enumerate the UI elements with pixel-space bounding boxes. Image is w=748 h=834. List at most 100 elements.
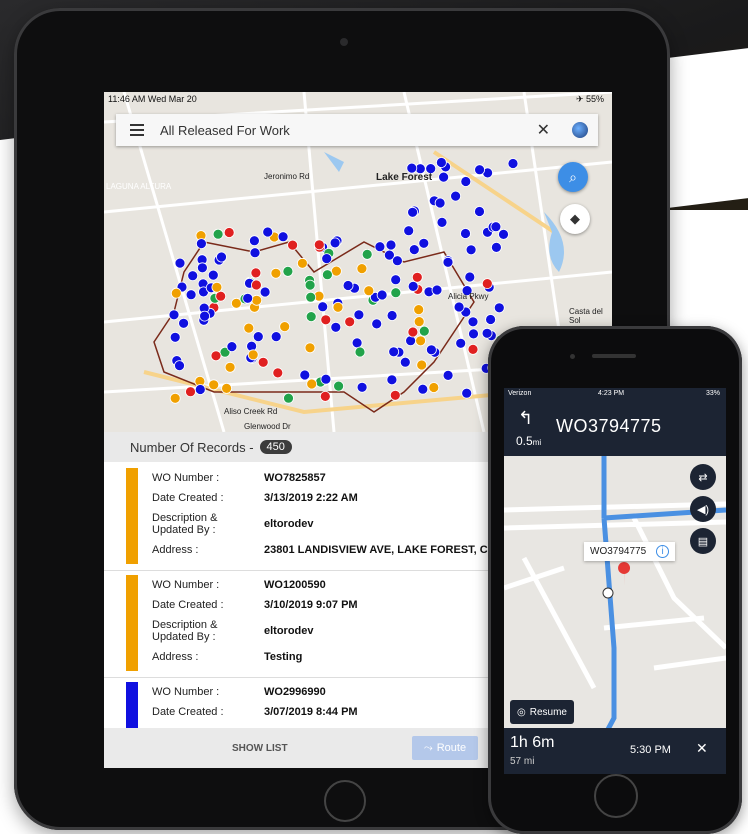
work-order-marker[interactable] [169,392,181,404]
work-order-marker[interactable] [319,390,331,402]
work-order-marker[interactable] [320,314,332,326]
work-order-marker[interactable] [305,291,317,303]
work-order-marker[interactable] [353,309,365,321]
route-button[interactable]: ⤳ Route [412,736,478,760]
waypoint-marker[interactable] [602,587,614,599]
work-order-marker[interactable] [226,341,238,353]
work-order-marker[interactable] [223,227,235,238]
work-order-marker[interactable] [407,326,419,338]
work-order-marker[interactable] [442,256,454,268]
sound-button[interactable]: ◀) [690,496,716,522]
work-order-marker[interactable] [215,290,227,302]
work-order-marker[interactable] [467,343,479,355]
work-order-marker[interactable] [361,248,373,260]
work-order-marker[interactable] [174,257,186,269]
work-order-marker[interactable] [330,265,342,277]
work-order-marker[interactable] [250,267,262,279]
work-order-marker[interactable] [468,328,479,340]
work-order-marker[interactable] [431,284,443,296]
work-order-marker[interactable] [257,356,269,368]
work-order-marker[interactable] [169,331,181,343]
work-order-marker[interactable] [460,176,472,187]
work-order-marker[interactable] [417,383,429,395]
work-order-marker[interactable] [221,382,232,394]
show-list-button[interactable]: SHOW LIST [232,743,288,754]
work-order-marker[interactable] [279,321,291,333]
work-order-marker[interactable] [390,287,402,299]
work-order-marker[interactable] [376,289,388,301]
work-order-marker[interactable] [356,381,368,393]
work-order-marker[interactable] [332,301,344,313]
work-order-marker[interactable] [460,228,471,239]
hamburger-menu-icon[interactable] [130,124,144,136]
tablet-home-button[interactable] [324,780,366,822]
message-button[interactable]: ▤ [690,528,716,554]
work-order-marker[interactable] [498,228,509,240]
work-order-marker[interactable] [282,265,294,277]
work-order-marker[interactable] [306,378,318,390]
work-order-marker[interactable] [464,271,476,283]
work-order-marker[interactable] [270,331,282,343]
work-order-marker[interactable] [211,281,223,293]
work-order-marker[interactable] [320,373,332,385]
work-order-marker[interactable] [313,239,325,251]
work-order-marker[interactable] [194,384,206,395]
work-order-marker[interactable] [283,392,294,404]
work-order-marker[interactable] [371,318,383,330]
work-order-marker[interactable] [248,235,260,247]
work-order-marker[interactable] [207,269,219,281]
work-order-marker[interactable] [197,262,208,274]
work-order-marker[interactable] [465,244,477,256]
work-order-marker[interactable] [224,361,236,373]
phone-home-button[interactable] [594,774,638,818]
work-order-marker[interactable] [386,310,398,321]
work-order-marker[interactable] [461,387,473,399]
work-order-marker[interactable] [185,289,197,301]
work-order-marker[interactable] [344,316,356,328]
work-order-marker[interactable] [210,350,222,362]
work-order-marker[interactable] [403,225,415,237]
work-order-marker[interactable] [304,342,316,354]
work-order-marker[interactable] [407,280,419,292]
work-order-marker[interactable] [342,280,354,291]
work-order-marker[interactable] [242,292,254,304]
work-order-marker[interactable] [386,374,398,386]
work-order-marker[interactable] [185,386,196,398]
work-order-marker[interactable] [490,221,502,233]
work-order-marker[interactable] [507,158,519,169]
work-order-marker[interactable] [436,216,448,228]
work-order-marker[interactable] [407,206,419,218]
close-icon[interactable]: ✕ [537,120,550,140]
search-title[interactable]: All Released For Work [160,123,537,138]
work-order-marker[interactable] [453,301,465,313]
work-order-marker[interactable] [390,274,402,286]
work-order-marker[interactable] [262,226,274,238]
work-order-marker[interactable] [467,316,479,328]
work-order-marker[interactable] [252,331,264,343]
work-order-marker[interactable] [212,228,224,240]
work-order-marker[interactable] [304,279,316,291]
work-order-marker[interactable] [474,206,485,217]
work-order-marker[interactable] [485,314,497,325]
work-order-marker[interactable] [251,294,263,306]
work-order-marker[interactable] [351,337,363,349]
work-order-marker[interactable] [354,346,366,358]
work-order-marker[interactable] [415,335,427,347]
search-bar[interactable]: All Released For Work ✕ [116,114,598,146]
work-order-marker[interactable] [249,247,261,259]
work-order-marker[interactable] [317,301,329,313]
work-order-marker[interactable] [413,304,425,316]
work-order-marker[interactable] [321,253,333,265]
work-order-marker[interactable] [434,197,446,209]
work-order-marker[interactable] [178,317,189,329]
work-order-marker[interactable] [168,309,180,321]
work-order-marker[interactable] [356,263,368,275]
work-order-marker[interactable] [196,238,207,250]
destination-callout[interactable]: WO3794775 i [584,542,676,561]
work-order-marker[interactable] [481,327,493,339]
work-order-marker[interactable] [389,389,401,401]
work-order-marker[interactable] [435,157,447,168]
work-order-marker[interactable] [391,255,403,267]
work-order-marker[interactable] [450,190,462,202]
work-order-marker[interactable] [296,257,308,269]
